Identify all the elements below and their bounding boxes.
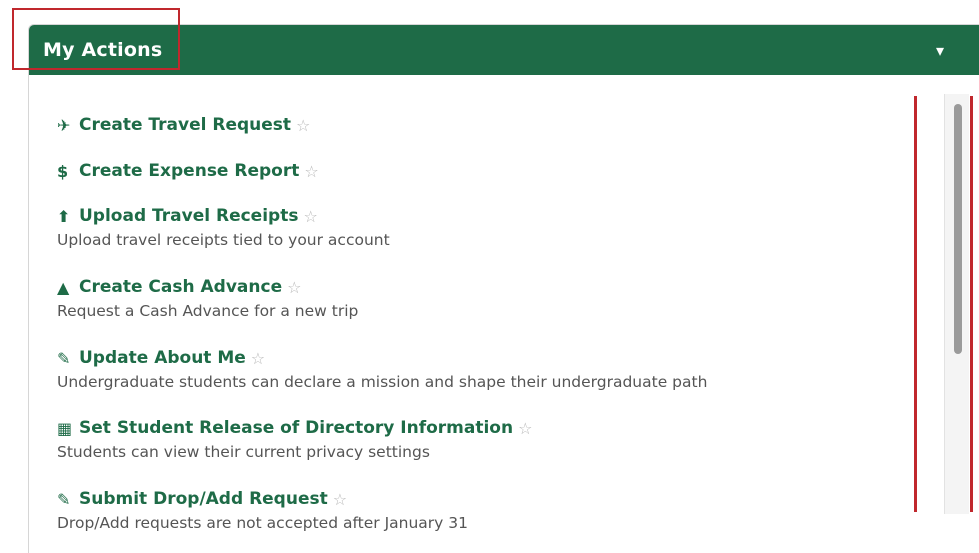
- scrollbar-thumb[interactable]: [954, 104, 962, 354]
- divider: [970, 96, 973, 512]
- action-title-create-cash-advance[interactable]: Create Cash Advance: [79, 277, 282, 297]
- star-icon[interactable]: ☆: [287, 278, 301, 297]
- dollar-icon: $: [57, 161, 69, 181]
- action-description: Drop/Add requests are not accepted after…: [57, 514, 468, 532]
- action-description: Upload travel receipts tied to your acco…: [57, 231, 390, 249]
- edit-icon: ✎: [57, 489, 71, 509]
- card-header: My Actions ▾: [29, 25, 979, 75]
- action-item: ▲ Create Cash Advance ☆ Request a Cash A…: [57, 275, 907, 320]
- my-actions-card: My Actions ▾ ✈ Create Travel Request ☆ $…: [28, 24, 979, 553]
- action-title-set-student-release[interactable]: Set Student Release of Directory Informa…: [79, 418, 513, 438]
- star-icon[interactable]: ☆: [333, 490, 347, 509]
- upload-icon: ⬆: [57, 206, 71, 226]
- action-item: ⬆ Upload Travel Receipts ☆ Upload travel…: [57, 204, 907, 249]
- action-item: $ Create Expense Report ☆: [57, 159, 907, 183]
- chevron-down-icon[interactable]: ▾: [936, 41, 944, 60]
- card-title: My Actions: [43, 39, 163, 61]
- star-icon[interactable]: ☆: [303, 207, 317, 226]
- warning-icon: ▲: [57, 277, 70, 297]
- action-title-create-travel-request[interactable]: Create Travel Request: [79, 115, 291, 135]
- star-icon[interactable]: ☆: [251, 349, 265, 368]
- action-description: Request a Cash Advance for a new trip: [57, 302, 359, 320]
- star-icon[interactable]: ☆: [296, 116, 310, 135]
- divider: [914, 96, 917, 512]
- star-icon[interactable]: ☆: [304, 162, 318, 181]
- action-title-update-about-me[interactable]: Update About Me: [79, 348, 246, 368]
- plane-icon: ✈: [57, 115, 71, 135]
- actions-list: ✈ Create Travel Request ☆ $ Create Expen…: [29, 75, 917, 553]
- scrollbar[interactable]: [944, 94, 969, 514]
- action-description: Undergraduate students can declare a mis…: [57, 373, 708, 391]
- building-icon: ▦: [57, 418, 73, 438]
- edit-icon: ✎: [57, 348, 71, 368]
- star-icon[interactable]: ☆: [518, 419, 532, 438]
- action-item: ✎ Submit Drop/Add Request ☆ Drop/Add req…: [57, 487, 907, 532]
- action-title-create-expense-report[interactable]: Create Expense Report: [79, 161, 299, 181]
- action-description: Students can view their current privacy …: [57, 443, 430, 461]
- action-title-submit-drop-add-request[interactable]: Submit Drop/Add Request: [79, 489, 328, 509]
- action-item: ✎ Update About Me ☆ Undergraduate studen…: [57, 346, 907, 391]
- action-item: ▦ Set Student Release of Directory Infor…: [57, 416, 907, 461]
- action-item: ✈ Create Travel Request ☆: [57, 113, 907, 137]
- action-title-upload-travel-receipts[interactable]: Upload Travel Receipts: [79, 206, 298, 226]
